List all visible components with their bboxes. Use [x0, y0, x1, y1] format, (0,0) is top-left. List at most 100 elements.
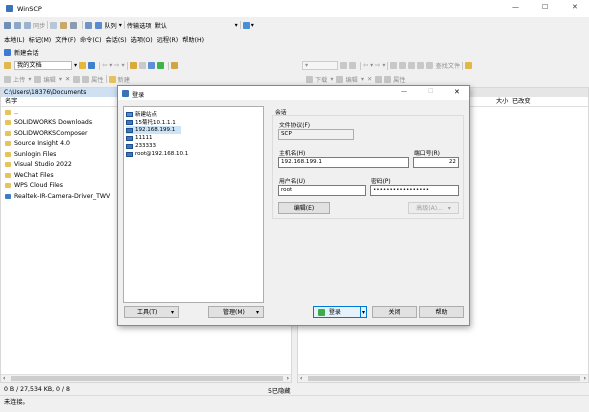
menu-local[interactable]: 本地(L) [4, 35, 25, 44]
menu-session[interactable]: 会话(S) [106, 35, 127, 44]
username-input[interactable]: root [278, 185, 366, 196]
password-input[interactable]: ••••••••••••••••• [370, 185, 459, 196]
keep-updated-icon[interactable] [50, 21, 58, 29]
root-dir-icon[interactable] [399, 62, 407, 69]
chevron-down-icon[interactable]: ▾ [74, 62, 77, 69]
advanced-button[interactable]: 高级(A)... ▾ [408, 202, 459, 214]
scroll-right-icon[interactable]: › [287, 375, 289, 382]
chevron-down-icon[interactable]: ▾ [28, 76, 31, 83]
shell-icon[interactable] [60, 21, 68, 29]
site-item-new[interactable]: 新建站点 [126, 110, 263, 118]
menu-mark[interactable]: 标记(M) [29, 35, 52, 44]
scroll-left-icon[interactable]: ‹ [300, 375, 302, 382]
maximize-button[interactable]: ☐ [542, 3, 548, 11]
find-files-label[interactable]: 查找文件 [435, 61, 460, 70]
sync-label[interactable]: 同步 [33, 21, 45, 30]
site-item[interactable]: 11111 [126, 134, 263, 142]
upload-icon[interactable] [4, 75, 11, 83]
rename-icon[interactable] [73, 75, 81, 83]
scrollbar-thumb[interactable] [11, 376, 283, 381]
transfer-options-select[interactable]: 默认 [155, 21, 235, 30]
new-folder-icon[interactable] [108, 75, 116, 83]
filter-icon[interactable] [88, 62, 96, 69]
properties-icon[interactable] [384, 75, 392, 83]
back-icon[interactable]: ⇦ ▾ ⇨ ▾ [102, 62, 124, 69]
chevron-down-icon[interactable]: ▾ [359, 307, 365, 318]
local-horizontal-scrollbar[interactable]: ‹ › [1, 374, 291, 382]
home-icon[interactable] [408, 62, 416, 69]
edit-icon[interactable] [34, 75, 42, 83]
download-button[interactable]: 下载 [315, 75, 327, 84]
menu-help[interactable]: 帮助(H) [182, 35, 204, 44]
edit-button[interactable]: 编辑 [43, 75, 55, 84]
site-item[interactable]: root@192.168.10.1 [126, 150, 263, 158]
tree-icon[interactable] [465, 62, 473, 69]
chevron-down-icon[interactable]: ▾ [235, 22, 238, 29]
close-button[interactable]: ✕ [454, 88, 460, 96]
properties-button[interactable]: 属性 [91, 75, 103, 84]
rename-icon[interactable] [375, 75, 383, 83]
upload-button[interactable]: 上传 [13, 75, 25, 84]
scroll-left-icon[interactable]: ‹ [3, 375, 5, 382]
transfer-settings-icon[interactable] [242, 21, 250, 29]
open-folder-icon[interactable] [340, 62, 347, 69]
port-input[interactable]: 22 [413, 157, 459, 168]
edit-button[interactable]: 编辑 [345, 75, 357, 84]
remote-location-select[interactable]: ▾ [302, 61, 338, 70]
find-icon[interactable] [426, 62, 434, 69]
properties-icon[interactable] [82, 75, 90, 83]
location-select[interactable]: 我的文档 [14, 61, 72, 70]
back-icon[interactable]: ⇦ ▾ ⇨ ▾ [363, 62, 385, 69]
preferences-icon[interactable] [85, 21, 93, 29]
login-button[interactable]: 登录 ▾ [313, 306, 367, 318]
size-column-header[interactable]: 大小 [496, 97, 508, 107]
open-folder-icon[interactable] [79, 62, 87, 69]
parent-dir-icon[interactable] [390, 62, 398, 69]
local-view-icon[interactable] [4, 21, 11, 29]
close-button[interactable]: ✕ [572, 3, 578, 11]
download-icon[interactable] [306, 75, 313, 83]
terminal-icon[interactable] [70, 21, 78, 29]
parent-dir-icon[interactable] [129, 62, 137, 69]
site-item[interactable]: 233333 [126, 142, 263, 150]
chevron-down-icon[interactable]: ▾ [119, 22, 122, 29]
help-button[interactable]: 帮助 [419, 306, 464, 318]
menu-options[interactable]: 选项(O) [131, 35, 153, 44]
scrollbar-thumb[interactable] [308, 376, 580, 381]
chevron-down-icon[interactable]: ▾ [251, 22, 254, 29]
filter-icon[interactable] [349, 62, 356, 69]
find-icon[interactable] [170, 62, 178, 69]
name-column-header[interactable]: 名字 [5, 98, 17, 105]
menu-commands[interactable]: 命令(C) [80, 35, 102, 44]
site-item[interactable]: 15菊托10.1.1.1 [126, 118, 263, 126]
edit-session-button[interactable]: 编辑(E) [278, 202, 330, 214]
compare-icon[interactable] [14, 21, 21, 29]
new-button[interactable]: 新建 [118, 75, 130, 84]
remote-horizontal-scrollbar[interactable]: ‹ › [298, 374, 588, 382]
host-input[interactable]: 192.168.199.1 [278, 157, 409, 168]
tools-button[interactable]: 工具(T) ▾ [124, 306, 179, 318]
changed-column-header[interactable]: 已改变 [512, 97, 531, 107]
edit-icon[interactable] [336, 75, 344, 83]
delete-icon[interactable]: ✕ [367, 76, 372, 83]
chevron-down-icon[interactable]: ▾ [59, 76, 62, 83]
menu-remote[interactable]: 远程(R) [157, 35, 179, 44]
scroll-right-icon[interactable]: › [584, 375, 586, 382]
refresh-icon[interactable] [417, 62, 425, 69]
minimize-button[interactable]: — [512, 3, 519, 11]
manage-button[interactable]: 管理(M) ▾ [208, 306, 264, 318]
menu-files[interactable]: 文件(F) [55, 35, 76, 44]
chevron-down-icon[interactable]: ▾ [330, 76, 333, 83]
properties-button[interactable]: 属性 [393, 75, 405, 84]
chevron-down-icon[interactable]: ▾ [361, 76, 364, 83]
root-dir-icon[interactable] [138, 62, 146, 69]
refresh-icon[interactable] [156, 62, 164, 69]
close-dialog-button[interactable]: 关闭 [372, 306, 417, 318]
sync-icon[interactable] [24, 21, 31, 29]
maximize-button[interactable]: ☐ [428, 88, 434, 95]
home-icon[interactable] [147, 62, 155, 69]
protocol-select[interactable]: SCP [278, 129, 354, 140]
delete-icon[interactable]: ✕ [65, 76, 70, 83]
minimize-button[interactable]: — [401, 88, 407, 95]
queue-label[interactable]: 队列 [104, 21, 116, 30]
